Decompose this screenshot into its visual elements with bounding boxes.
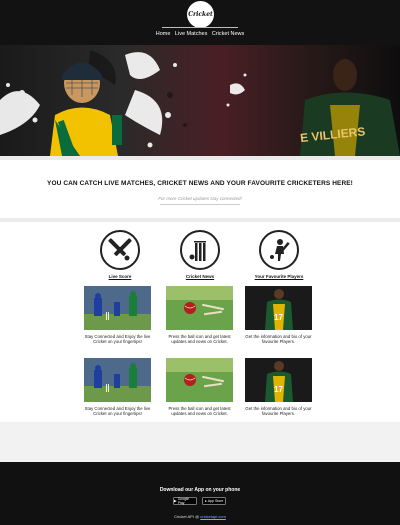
live-score-thumbnail[interactable] — [84, 286, 151, 330]
hero-image: E VILLIERS — [0, 50, 400, 156]
card-caption: Get the information and bio of your favo… — [245, 406, 312, 417]
players-thumbnail[interactable]: 17 — [245, 358, 312, 402]
card-caption: Get the information and bio of your favo… — [245, 334, 312, 345]
logo-text: Cricket — [188, 11, 213, 18]
svg-text:17: 17 — [274, 385, 283, 394]
copyright: Cricket API @ cricketapi.com — [0, 514, 400, 519]
feature-label[interactable]: Cricket News — [170, 274, 230, 279]
copyright-text: Cricket API @ — [174, 514, 200, 519]
feature-label[interactable]: Live Score — [90, 274, 150, 279]
card-caption: Stay Connected and Enjoy the live Cricke… — [84, 406, 151, 417]
tagline-section: YOU CAN CATCH LIVE MATCHES, CRICKET NEWS… — [0, 160, 400, 218]
feature-cricket-news[interactable]: Cricket News — [170, 230, 230, 279]
header-divider — [162, 27, 238, 28]
player-figure-right: E VILLIERS — [299, 59, 400, 156]
cricket-news-circle[interactable] — [180, 230, 220, 270]
google-play-button[interactable]: ▶ Google Play — [173, 497, 197, 505]
site-footer: Download our App on your phone ▶ Google … — [0, 462, 400, 525]
tagline-subtext: For more Cricket updates stay connected! — [158, 196, 242, 201]
stumps-icon — [189, 241, 206, 261]
apple-icon: ● — [204, 499, 207, 503]
cricket-bats-icon — [108, 238, 132, 261]
app-store-button[interactable]: ● App Store — [202, 497, 226, 505]
site-header: Cricket Home Live Matches Cricket News — [0, 0, 400, 45]
cricket-news-thumbnail[interactable] — [166, 286, 233, 330]
favourite-players-circle[interactable] — [259, 230, 299, 270]
features-section: Live Score Cricket News Your Favourite P… — [0, 222, 400, 422]
svg-text:17: 17 — [274, 313, 283, 322]
nav-home[interactable]: Home — [156, 31, 171, 37]
feature-label[interactable]: Your Favourite Players — [249, 274, 309, 279]
play-store-icon: ▶ — [174, 499, 177, 503]
page: Cricket Home Live Matches Cricket News E… — [0, 0, 400, 525]
feature-favourite-players[interactable]: Your Favourite Players — [249, 230, 309, 279]
card-caption: Press the ball icon and get latest updat… — [168, 406, 231, 417]
section-separator — [0, 422, 400, 462]
batsman-icon — [270, 239, 290, 261]
feature-live-score[interactable]: Live Score — [90, 230, 150, 279]
main-nav: Home Live Matches Cricket News — [0, 31, 400, 37]
cricket-news-thumbnail[interactable] — [166, 358, 233, 402]
card-caption: Press the ball icon and get latest updat… — [168, 334, 231, 345]
tagline-divider — [160, 204, 240, 205]
site-logo[interactable]: Cricket — [187, 1, 214, 28]
download-heading: Download our App on your phone — [159, 487, 241, 493]
players-thumbnail[interactable]: 17 — [245, 286, 312, 330]
hero-banner: E VILLIERS — [0, 45, 400, 156]
tagline-heading: YOU CAN CATCH LIVE MATCHES, CRICKET NEWS… — [47, 180, 353, 187]
card-caption: Stay Connected and Enjoy the live Cricke… — [84, 334, 151, 345]
google-play-label: Google Play — [177, 497, 189, 505]
nav-cricket-news[interactable]: Cricket News — [212, 31, 244, 37]
live-score-circle[interactable] — [100, 230, 140, 270]
live-score-thumbnail[interactable] — [84, 358, 151, 402]
app-store-label: App Store — [207, 499, 224, 503]
nav-live-matches[interactable]: Live Matches — [175, 31, 207, 37]
copyright-link[interactable]: cricketapi.com — [200, 514, 226, 519]
